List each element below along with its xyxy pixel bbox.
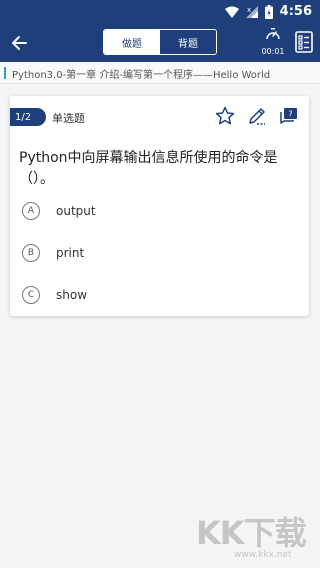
- svg-text:x: x: [247, 6, 251, 14]
- option-text: output: [56, 204, 96, 218]
- option-letter: B: [22, 244, 40, 262]
- status-icons: x 4:56: [224, 4, 312, 19]
- tab-memorize[interactable]: 背题: [160, 30, 216, 54]
- status-bar: x 4:56: [0, 0, 320, 24]
- feedback-icon[interactable]: ?: [279, 106, 299, 126]
- question-number: 1/2: [10, 108, 46, 126]
- option-a[interactable]: A output: [22, 200, 96, 222]
- watermark: KK下载 www.kkx.net: [196, 508, 316, 564]
- mode-toggle: 做题 背题: [103, 29, 217, 55]
- option-text: show: [56, 288, 88, 302]
- app-bar: 做题 背题 00:01: [0, 24, 320, 62]
- question-card: 1/2 单选题 ? Python中向屏幕输出信息所使用的命令是（）。 A out…: [10, 96, 309, 316]
- option-b[interactable]: B print: [22, 242, 84, 264]
- chapter-marker: [4, 67, 6, 79]
- question-text: Python中向屏幕输出信息所使用的命令是（）。: [19, 150, 278, 187]
- svg-text:?: ?: [288, 110, 292, 119]
- tab-practice[interactable]: 做题: [104, 30, 160, 54]
- pencil-icon[interactable]: [247, 106, 267, 126]
- option-letter: C: [22, 286, 40, 304]
- timer-text: 00:01: [261, 47, 285, 56]
- option-letter: A: [22, 202, 40, 220]
- answer-sheet-icon[interactable]: [294, 30, 314, 54]
- option-c[interactable]: C show: [22, 284, 87, 306]
- star-icon[interactable]: [215, 106, 235, 126]
- battery-icon: [264, 4, 273, 19]
- question-type: 单选题: [52, 112, 85, 125]
- watermark-logo: KK下载: [196, 514, 307, 552]
- back-arrow-icon[interactable]: [10, 33, 30, 53]
- chapter-title: Python3.0-第一章 介绍-编写第一个程序——Hello World: [12, 70, 271, 81]
- chapter-bar: Python3.0-第一章 介绍-编写第一个程序——Hello World: [0, 62, 320, 84]
- option-text: print: [56, 246, 85, 260]
- timer-icon: [266, 28, 280, 40]
- wifi-icon: [224, 6, 239, 18]
- signal-icon: x: [245, 5, 258, 18]
- status-time: 4:56: [279, 4, 312, 19]
- card-tools: ?: [215, 106, 299, 126]
- watermark-url: www.kkx.net: [234, 550, 292, 560]
- timer[interactable]: 00:01: [259, 27, 287, 59]
